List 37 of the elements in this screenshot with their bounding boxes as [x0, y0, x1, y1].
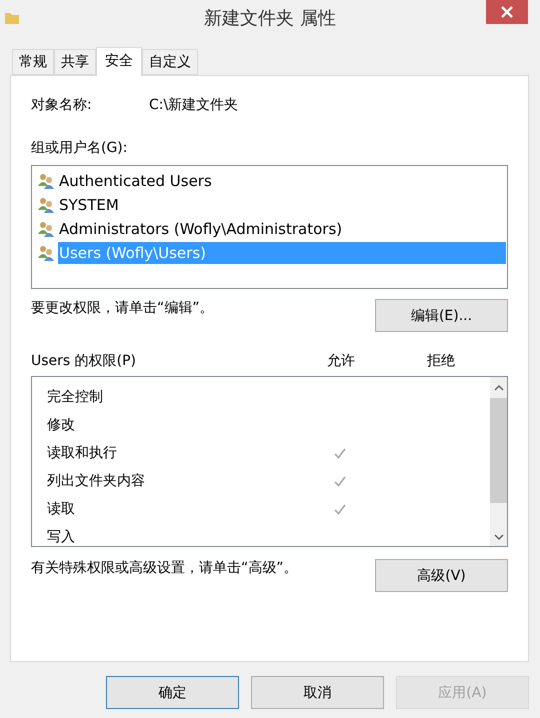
scroll-thumb[interactable] — [490, 398, 507, 503]
edit-button[interactable]: 编辑(E)... — [375, 299, 508, 332]
advanced-button[interactable]: 高级(V) — [375, 559, 508, 592]
permission-name: 列出文件夹内容 — [47, 472, 146, 490]
users-icon — [38, 173, 56, 189]
user-item[interactable]: SYSTEM — [58, 194, 506, 216]
permission-name: 读取 — [47, 500, 76, 518]
scroll-up-icon[interactable] — [494, 384, 504, 392]
dialog-button[interactable]: 取消 — [251, 676, 384, 709]
user-item[interactable]: Authenticated Users — [58, 170, 506, 192]
permission-name: 修改 — [47, 416, 76, 434]
tab[interactable]: 自定义 — [142, 49, 198, 75]
advanced-hint: 有关特殊权限或高级设置，请单击“高级”。 — [31, 559, 298, 577]
close-icon — [501, 6, 513, 18]
scrollbar[interactable] — [490, 377, 507, 546]
object-name-value: C:\新建文件夹 — [149, 96, 238, 114]
object-name-label: 对象名称: — [31, 96, 93, 114]
permission-name: 读取和执行 — [47, 444, 118, 462]
tab[interactable]: 共享 — [54, 49, 96, 75]
dialog-button[interactable]: 确定 — [106, 676, 239, 709]
users-label: 组或用户名(G): — [31, 139, 128, 157]
folder-icon — [4, 10, 20, 26]
permission-name: 完全控制 — [47, 388, 104, 406]
edit-hint: 要更改权限，请单击“编辑”。 — [31, 299, 214, 317]
scroll-down-icon[interactable] — [494, 533, 504, 541]
user-item[interactable]: Administrators (Wofly\Administrators) — [58, 218, 506, 240]
tab[interactable]: 安全 — [96, 47, 142, 76]
users-icon — [38, 245, 56, 261]
tab[interactable]: 常规 — [12, 49, 54, 75]
users-icon — [38, 221, 56, 237]
allow-header: 允许 — [327, 352, 355, 370]
permission-name: 写入 — [47, 528, 76, 546]
window-title: 新建文件夹 属性 — [203, 7, 337, 30]
users-icon — [38, 197, 56, 213]
deny-header: 拒绝 — [427, 352, 455, 370]
permissions-label: Users 的权限(P) — [31, 352, 138, 370]
close-button[interactable] — [486, 0, 528, 24]
